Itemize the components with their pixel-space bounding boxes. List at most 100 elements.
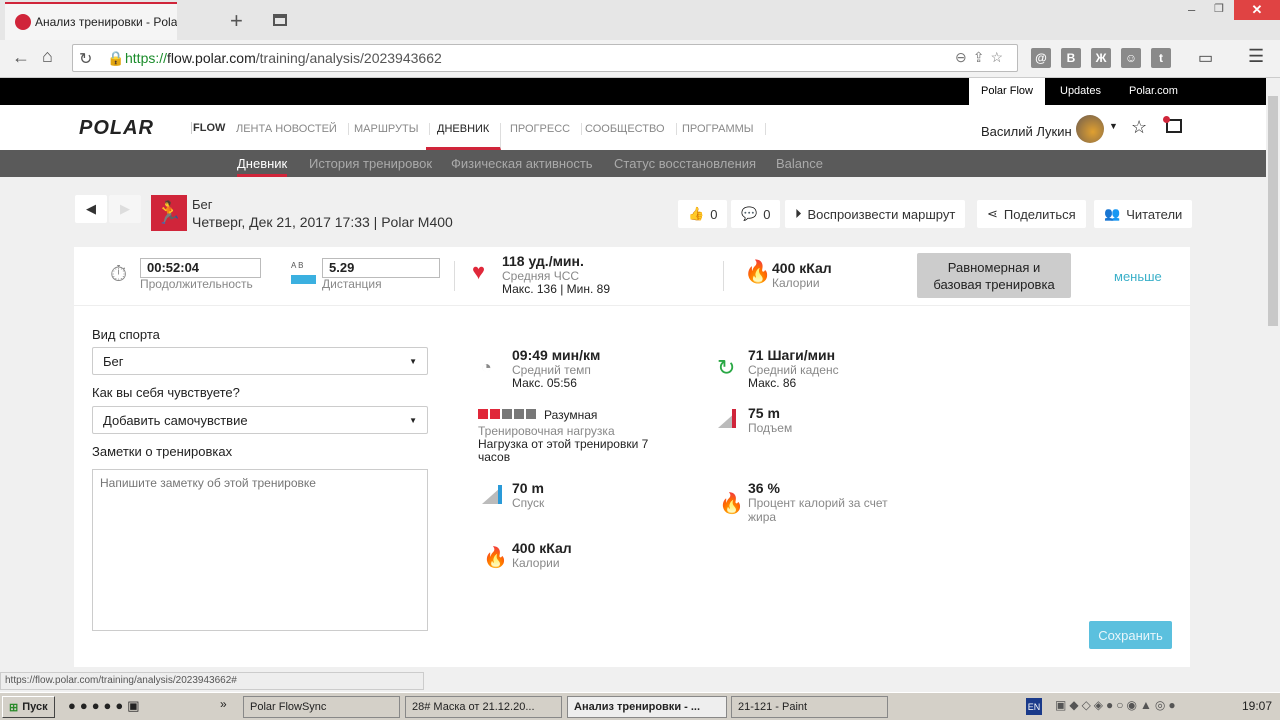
moi-mir-icon[interactable]: ☺ <box>1121 48 1141 68</box>
stopwatch-icon: ⏱ <box>110 261 128 286</box>
training-load-bar <box>478 409 536 419</box>
minimize-button[interactable]: – <box>1188 2 1195 17</box>
sport-value: Бег <box>103 353 124 369</box>
quick-launch-icons[interactable]: ●●●●●▣ <box>68 698 144 714</box>
comment-icon: 💬 <box>741 206 758 221</box>
topbar-link-polar-com[interactable]: Polar.com <box>1117 78 1190 105</box>
menu-icon[interactable]: ☰ <box>1248 46 1264 67</box>
replay-label: Воспроизвести маршрут <box>807 206 956 222</box>
twitter-icon[interactable]: t <box>1151 48 1171 68</box>
share-icon: ⋖ <box>987 206 998 221</box>
scrollbar-thumb[interactable] <box>1268 96 1278 326</box>
next-button[interactable]: ▶ <box>109 195 141 223</box>
feel-select[interactable]: Добавить самочувствие ▼ <box>92 406 428 434</box>
duration-label: Продолжительность <box>140 277 253 291</box>
browser-tab[interactable]: Анализ тренировки - Polar Flow <box>5 2 177 40</box>
feel-label: Как вы себя чувствуете? <box>92 385 240 400</box>
tab-menu-icon[interactable] <box>273 14 287 26</box>
chat-icon[interactable]: ▭ <box>1198 48 1213 68</box>
start-button[interactable]: ⊞ Пуск <box>2 696 55 718</box>
restore-button[interactable]: ❐ <box>1214 2 1224 15</box>
comment-button[interactable]: 💬 0 <box>731 200 781 228</box>
flame-icon: 🔥 <box>744 259 772 284</box>
tray-icons[interactable]: ▣◆◇◈●○◉▲◎● <box>1055 698 1179 712</box>
kcal-label: Калории <box>512 556 560 570</box>
url-input[interactable]: ↻ 🔒 https://flow.polar.com/training/anal… <box>72 44 1018 72</box>
load-segment <box>490 409 500 419</box>
training-card: ⏱ 00:52:04 Продолжительность A B 5.29 Ди… <box>74 247 1190 667</box>
taskbar-item-active[interactable]: Анализ тренировки - ... <box>567 696 727 718</box>
nav-community[interactable]: СООБЩЕСТВО <box>574 123 677 135</box>
cadence-icon: ↻ <box>717 355 736 380</box>
url-actions-icons[interactable]: ⊖⇪☆ <box>955 49 1009 66</box>
sport-select[interactable]: Бег ▼ <box>92 347 428 375</box>
language-indicator[interactable]: EN <box>1026 698 1042 715</box>
polar-top-bar: Polar Flow Updates Polar.com <box>0 78 1266 105</box>
less-link[interactable]: меньше <box>1114 269 1162 284</box>
page-scrollbar[interactable] <box>1266 78 1280 692</box>
readers-button[interactable]: 👥 Читатели <box>1094 200 1193 228</box>
topbar-link-polar-flow[interactable]: Polar Flow <box>969 78 1045 105</box>
fat-label: Процент калорий за счет жира <box>748 496 888 524</box>
flow-label: FLOW <box>191 122 226 134</box>
back-icon[interactable]: ← <box>12 47 30 68</box>
feel-value: Добавить самочувствие <box>103 412 248 428</box>
taskbar-item[interactable]: 28# Маска от 21.12.20... <box>405 696 562 718</box>
close-button[interactable]: ✕ <box>1234 0 1280 20</box>
nav-progress[interactable]: ПРОГРЕСС <box>499 123 583 135</box>
user-dropdown-icon[interactable]: ▼ <box>1109 121 1118 131</box>
subnav-recovery[interactable]: Статус восстановления <box>614 156 756 171</box>
browser-tab-bar: Анализ тренировки - Polar Flow + – ❐ ✕ <box>0 0 1280 40</box>
descent-label: Спуск <box>512 496 545 510</box>
hr-value: 118 уд./мин. <box>502 253 584 269</box>
opera-icon <box>15 14 31 30</box>
nav-programs[interactable]: ПРОГРАММЫ <box>671 123 766 135</box>
odnoklassniki-icon[interactable]: Ж <box>1091 48 1111 68</box>
prev-button[interactable]: ◀ <box>75 195 107 223</box>
session-sport: Бег <box>192 197 213 212</box>
dropdown-icon: ▼ <box>409 415 417 425</box>
nav-diary[interactable]: ДНЕВНИК <box>426 123 502 150</box>
taskbar-item[interactable]: Polar FlowSync <box>243 696 400 718</box>
polar-logo[interactable]: POLAR <box>79 117 154 140</box>
address-bar-area: ← ⌂ ↻ 🔒 https://flow.polar.com/training/… <box>0 40 1280 78</box>
subnav-balance[interactable]: Balance <box>776 156 823 171</box>
reload-icon[interactable]: ↻ <box>79 49 92 69</box>
vk-icon[interactable]: B <box>1061 48 1081 68</box>
topbar-link-updates[interactable]: Updates <box>1048 78 1113 105</box>
fat-value: 36 % <box>748 480 780 496</box>
nav-routes[interactable]: МАРШРУТЫ <box>343 123 431 135</box>
quick-launch-more[interactable]: » <box>220 697 227 711</box>
replay-route-button[interactable]: ⏵ Воспроизвести маршрут <box>785 200 966 228</box>
favorites-star-icon[interactable]: ☆ <box>1131 117 1147 138</box>
url-host: flow.polar.com <box>167 50 256 66</box>
url-path: /training/analysis/2023943662 <box>255 50 442 66</box>
share-button[interactable]: ⋖ Поделиться <box>977 200 1086 228</box>
ascent-value: 75 m <box>748 405 780 421</box>
save-button[interactable]: Сохранить <box>1089 621 1172 649</box>
home-icon[interactable]: ⌂ <box>42 46 53 67</box>
subnav-diary[interactable]: Дневник <box>237 156 288 177</box>
pace-value: 09:49 мин/км <box>512 347 601 363</box>
load-value: Разумная <box>544 408 598 422</box>
cadence-max: Макс. 86 <box>748 376 797 390</box>
load-label: Тренировочная нагрузка <box>478 424 615 438</box>
notes-textarea[interactable] <box>92 469 428 631</box>
pace-max: Макс. 05:56 <box>512 376 577 390</box>
subnav-history[interactable]: История тренировок <box>309 156 432 171</box>
new-tab-icon[interactable]: + <box>230 8 243 34</box>
divider <box>74 305 1190 306</box>
distance-label: Дистанция <box>322 277 382 291</box>
ab-label: A B <box>291 261 304 270</box>
mail-icon[interactable]: @ <box>1031 48 1051 68</box>
user-name[interactable]: Василий Лукин <box>981 124 1072 139</box>
avatar[interactable] <box>1076 115 1104 143</box>
tab-title: Анализ тренировки - Polar Flow <box>35 15 177 29</box>
taskbar-item[interactable]: 21-121 - Paint <box>731 696 888 718</box>
cadence-label: Средний каденс <box>748 363 839 377</box>
share-label: Поделиться <box>1003 206 1076 222</box>
nav-feed[interactable]: ЛЕНТА НОВОСТЕЙ <box>225 123 349 135</box>
subnav-activity[interactable]: Физическая активность <box>451 156 593 171</box>
ascent-arrow <box>732 409 736 428</box>
like-button[interactable]: 👍 0 <box>678 200 728 228</box>
